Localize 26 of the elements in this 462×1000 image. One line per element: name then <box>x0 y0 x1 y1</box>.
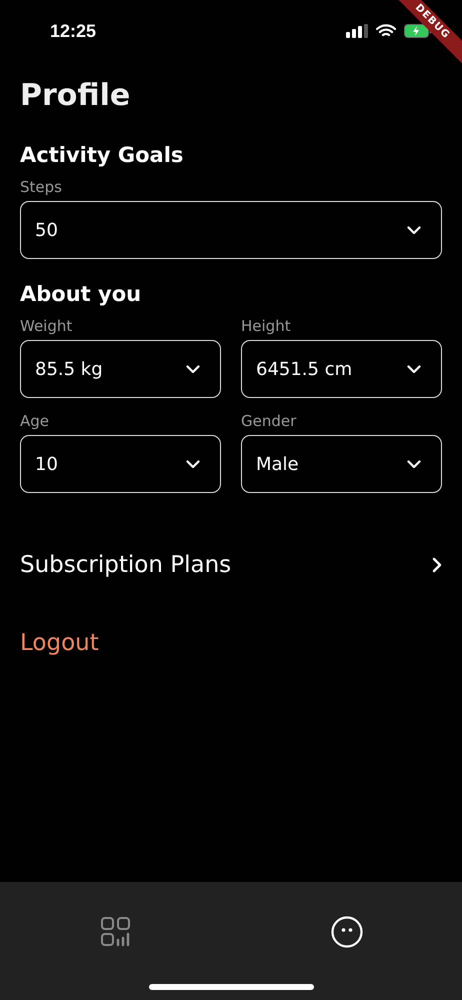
dropdown-field[interactable]: 6451.5 cm <box>241 340 442 398</box>
chevron-right-icon <box>432 557 442 573</box>
dropdown-field[interactable]: 85.5 kg <box>20 340 221 398</box>
chevron-down-icon <box>186 364 200 374</box>
field-label: Steps <box>20 178 63 196</box>
field-label: Age <box>20 412 50 430</box>
dropdown-field[interactable]: Male <box>241 435 442 493</box>
section-heading: About you <box>20 281 142 307</box>
chevron-down-icon <box>407 460 421 468</box>
field-label: Height <box>241 317 292 335</box>
dropdown-field[interactable]: 50 <box>20 201 442 259</box>
chevron-down-icon <box>407 364 421 374</box>
dashboard-icon[interactable] <box>100 917 130 947</box>
dropdown-field[interactable]: 10 <box>20 435 221 493</box>
menu-link[interactable]: Subscription Plans <box>20 552 232 578</box>
field-label: Weight <box>20 317 74 335</box>
logout-link[interactable]: Logout <box>20 630 99 656</box>
status-time: 12:25 <box>50 20 96 42</box>
page-title: Profile <box>20 77 132 115</box>
smiley-face-icon[interactable] <box>330 916 362 948</box>
chevron-down-icon <box>407 226 421 234</box>
section-heading: Activity Goals <box>20 142 184 168</box>
wifi-icon <box>376 24 396 38</box>
field-label: Gender <box>241 412 298 430</box>
signal-icon <box>346 24 368 38</box>
chevron-down-icon <box>186 460 200 468</box>
